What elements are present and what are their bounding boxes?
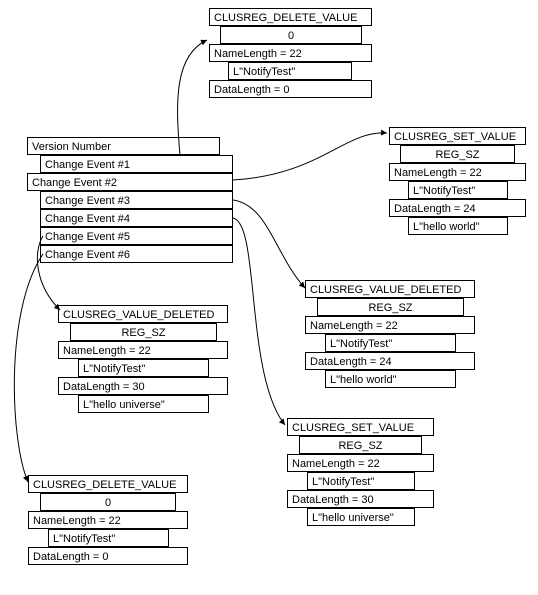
diagram-canvas: { "source": { "header": "Version Number"… — [0, 0, 538, 595]
b3-row-0: REG_SZ — [317, 298, 464, 316]
b1-row-3: DataLength = 0 — [209, 80, 372, 98]
change-event-2: Change Event #2 — [27, 173, 233, 191]
b2-row-2: L"NotifyTest" — [408, 181, 508, 199]
b5-row-0: REG_SZ — [70, 323, 217, 341]
b2-row-0: REG_SZ — [400, 145, 515, 163]
b1-row-2: L"NotifyTest" — [228, 62, 352, 80]
b2-title: CLUSREG_SET_VALUE — [389, 127, 526, 145]
b4-row-4: L"hello universe" — [307, 508, 415, 526]
b2-row-3: DataLength = 24 — [389, 199, 526, 217]
b3-row-4: L"hello world" — [325, 370, 456, 388]
b4-row-3: DataLength = 30 — [287, 490, 434, 508]
b5-row-2: L"NotifyTest" — [78, 359, 209, 377]
change-event-6: Change Event #6 — [40, 245, 233, 263]
b5-row-4: L"hello universe" — [78, 395, 209, 413]
b1-row-0: 0 — [220, 26, 362, 44]
b4-row-1: NameLength = 22 — [287, 454, 434, 472]
change-event-4: Change Event #4 — [40, 209, 233, 227]
b5-title: CLUSREG_VALUE_DELETED — [58, 305, 228, 323]
b6-row-1: NameLength = 22 — [28, 511, 188, 529]
b2-row-1: NameLength = 22 — [389, 163, 526, 181]
b3-row-2: L"NotifyTest" — [325, 334, 456, 352]
b6-row-2: L"NotifyTest" — [48, 529, 169, 547]
b5-row-3: DataLength = 30 — [58, 377, 228, 395]
b3-row-1: NameLength = 22 — [305, 316, 475, 334]
b1-row-1: NameLength = 22 — [209, 44, 372, 62]
b6-row-0: 0 — [40, 493, 176, 511]
change-event-1: Change Event #1 — [40, 155, 233, 173]
version-number-header: Version Number — [27, 137, 220, 155]
b1-title: CLUSREG_DELETE_VALUE — [209, 8, 372, 26]
change-event-5: Change Event #5 — [40, 227, 233, 245]
change-event-3: Change Event #3 — [40, 191, 233, 209]
b6-row-3: DataLength = 0 — [28, 547, 188, 565]
b3-title: CLUSREG_VALUE_DELETED — [305, 280, 475, 298]
b2-row-4: L"hello world" — [408, 217, 508, 235]
b4-title: CLUSREG_SET_VALUE — [287, 418, 434, 436]
b5-row-1: NameLength = 22 — [58, 341, 228, 359]
b4-row-0: REG_SZ — [299, 436, 422, 454]
b3-row-3: DataLength = 24 — [305, 352, 475, 370]
b6-title: CLUSREG_DELETE_VALUE — [28, 475, 188, 493]
b4-row-2: L"NotifyTest" — [307, 472, 415, 490]
